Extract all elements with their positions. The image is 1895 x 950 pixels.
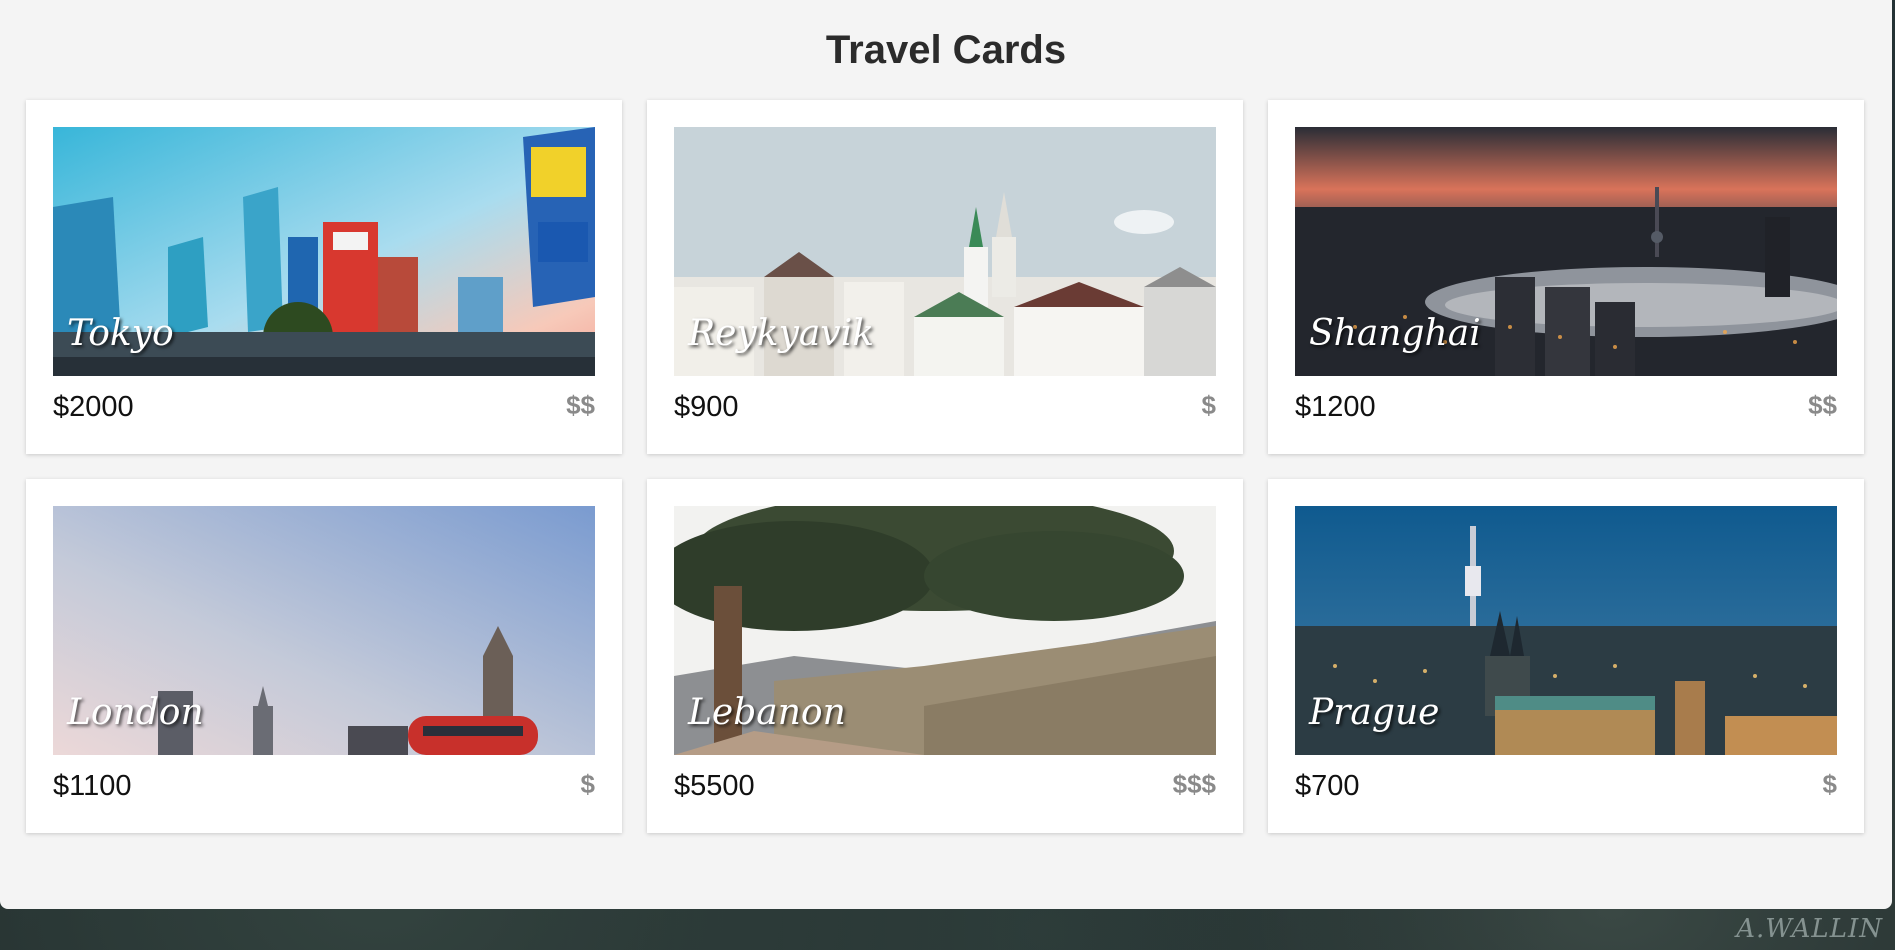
price-reykyavik: $900: [674, 391, 739, 423]
city-name-tokyo: Tokyo: [67, 313, 174, 354]
city-name-london: London: [67, 692, 204, 733]
lebanon-photo: Lebanon: [674, 506, 1216, 755]
london-photo: London: [53, 506, 595, 755]
reykyavik-photo: Reykyavik: [674, 127, 1216, 376]
city-name-prague: Prague: [1309, 692, 1440, 733]
prague-photo: Prague: [1295, 506, 1837, 755]
main-panel: Travel Cards Tokyo $2000 $$ Reykyavik $9…: [0, 0, 1892, 909]
price-tokyo: $2000: [53, 391, 134, 423]
cost-level-tokyo: $$: [566, 390, 595, 420]
page-title: Travel Cards: [825, 28, 1067, 72]
travel-card-tokyo[interactable]: Tokyo $2000 $$: [26, 100, 622, 454]
shanghai-photo: Shanghai: [1295, 127, 1837, 376]
city-name-lebanon: Lebanon: [688, 692, 846, 733]
travel-card-shanghai[interactable]: Shanghai $1200 $$: [1268, 100, 1864, 454]
cost-level-reykyavik: $: [1201, 390, 1216, 420]
city-name-reykyavik: Reykyavik: [688, 313, 875, 354]
travel-card-london[interactable]: London $1100 $: [26, 479, 622, 833]
price-london: $1100: [53, 770, 132, 802]
travel-card-lebanon[interactable]: Lebanon $5500 $$$: [647, 479, 1243, 833]
price-shanghai: $1200: [1295, 391, 1376, 423]
cost-level-london: $: [580, 769, 595, 799]
travel-card-reykyavik[interactable]: Reykyavik $900 $: [647, 100, 1243, 454]
cost-level-prague: $: [1822, 769, 1837, 799]
price-prague: $700: [1295, 770, 1360, 802]
price-lebanon: $5500: [674, 770, 755, 802]
travel-card-prague[interactable]: Prague $700 $: [1268, 479, 1864, 833]
tokyo-photo: Tokyo: [53, 127, 595, 376]
card-grid: Tokyo $2000 $$ Reykyavik $900 $ Shanghai…: [26, 100, 1866, 833]
city-name-shanghai: Shanghai: [1309, 313, 1481, 354]
cost-level-shanghai: $$: [1808, 390, 1837, 420]
artist-signature: A.WALLIN: [1736, 914, 1883, 944]
cost-level-lebanon: $$$: [1172, 769, 1216, 799]
